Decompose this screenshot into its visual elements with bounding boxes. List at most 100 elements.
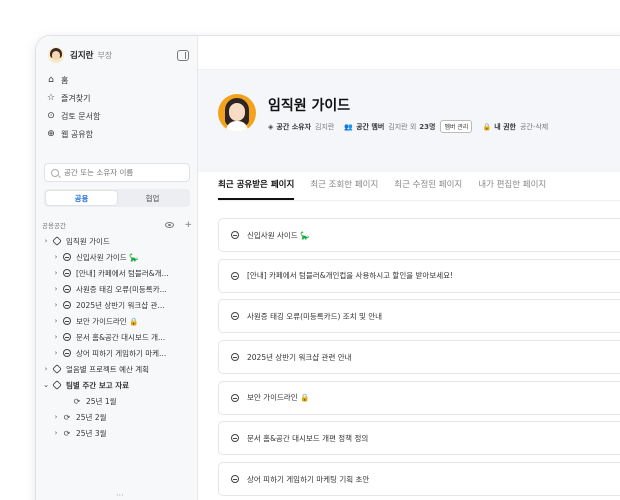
tree-item[interactable]: › 문서 홈&공간 대시보드 개... [42, 329, 196, 345]
list-item[interactable]: 신입사원 사이드 🦕 [218, 218, 620, 252]
chevron-right-icon[interactable]: › [52, 333, 60, 341]
list-item-title: 2025년 상반기 워크샵 관련 안내 [247, 352, 352, 362]
tree-item[interactable]: ⌄ 팀별 주간 보고 자료 [42, 377, 196, 393]
nav-item-review[interactable]: ⊙ 검토 문서함 [46, 107, 191, 125]
tree-item[interactable]: › 임직원 가이드 [42, 233, 196, 249]
chevron-right-icon[interactable]: › [42, 237, 50, 245]
tree-item[interactable]: › [안내] 카페에서 텀블러&개... [42, 265, 196, 281]
page-icon [231, 271, 239, 280]
tree-item-label: 상어 피하기 게임하기 마케... [76, 348, 167, 358]
tree-item-label: 팀별 주간 보고 자료 [66, 380, 130, 390]
tree-item[interactable]: › ⟳ 25년 3월 [42, 425, 196, 441]
tree-item[interactable]: › 얼음별 프로젝트 예산 계획 [42, 361, 196, 377]
page-icon [63, 269, 71, 277]
permission-label: 내 권한 [494, 122, 516, 131]
space-meta: ◈ 공간 소유자 김지란 👥 공간 멤버 김지란 외 23명 멤버 관리 🔒 내… [268, 120, 548, 133]
members-icon: 👥 [344, 122, 354, 131]
page-icon [63, 253, 71, 261]
tab-recent-modified[interactable]: 최근 수정된 페이지 [394, 178, 462, 200]
nav-item-label: 웹 공유함 [61, 129, 93, 139]
list-item[interactable]: 사원증 태깅 오류(미등록카드) 조치 및 안내 [218, 299, 620, 334]
sidebar: 김지란 부장 ⌂ 홈 ☆ 즐겨찾기 ⊙ 검토 문서함 ⊕ 웹 공유함 공간 또는… [36, 36, 198, 500]
page-icon [231, 475, 239, 484]
page-icon [231, 434, 239, 443]
list-item[interactable]: 상어 피하기 게임하기 마케팅 기획 초안 [218, 462, 620, 497]
list-item[interactable]: [안내] 카페에서 텀블러&개인컵을 사용하시고 할인을 받아보세요! [218, 258, 620, 293]
eye-icon[interactable] [165, 222, 175, 228]
list-item[interactable]: 2025년 상반기 워크샵 관련 안내 [218, 340, 620, 375]
tree-item-label: 사원증 태깅 오류(미등록카... [76, 284, 167, 294]
tree-item-label: 얼음별 프로젝트 예산 계획 [66, 364, 150, 374]
page-icon [63, 285, 71, 293]
list-item[interactable]: 보안 가이드라인 🔒 [218, 380, 620, 415]
owner-name: 김지란 [315, 122, 335, 131]
main-content: 임직원 가이드 ◈ 공간 소유자 김지란 👥 공간 멤버 김지란 외 23명 멤… [198, 36, 620, 500]
sync-icon: ⟳ [73, 396, 81, 406]
nav-item-label: 즐겨찾기 [61, 93, 91, 103]
list-item-title: 상어 피하기 게임하기 마케팅 기획 초안 [247, 474, 370, 484]
more-icon: ··· [116, 491, 124, 500]
chevron-right-icon[interactable]: › [52, 285, 60, 293]
tree-item[interactable]: › ⟳ 25년 2월 [42, 409, 196, 425]
chevron-right-icon[interactable]: › [52, 349, 60, 357]
tab-collab[interactable]: 협업 [117, 191, 188, 205]
space-avatar [218, 94, 256, 132]
space-type-toggle: 공용 협업 [44, 189, 190, 207]
space-icon [52, 236, 62, 246]
chevron-right-icon[interactable]: › [52, 269, 60, 277]
chevron-right-icon[interactable]: › [52, 317, 60, 325]
tree-item-label: 25년 3월 [76, 428, 107, 438]
search-input[interactable] [64, 168, 174, 177]
permission-value: 공간-삭제 [519, 122, 549, 131]
chevron-right-icon[interactable]: › [52, 301, 60, 309]
owner-label: 공간 소유자 [276, 122, 312, 131]
page-icon [63, 349, 71, 357]
page-icon [63, 317, 71, 325]
chevron-right-icon[interactable]: › [52, 413, 60, 421]
list-item-title: 신입사원 사이드 🦕 [247, 230, 310, 240]
tab-my-edits[interactable]: 내가 편집한 페이지 [478, 178, 546, 200]
tree-item[interactable]: › 보안 가이드라인 🔒 [42, 313, 196, 329]
sidebar-collapse-icon[interactable] [177, 49, 189, 61]
page-icon [231, 231, 239, 239]
user-name: 김지란 [70, 51, 94, 61]
nav-item-web-share[interactable]: ⊕ 웹 공유함 [46, 125, 191, 143]
nav-item-favorites[interactable]: ☆ 즐겨찾기 [46, 89, 191, 107]
chevron-right-icon[interactable]: › [52, 253, 60, 261]
page-icon [231, 312, 239, 321]
list-item-title: [안내] 카페에서 텀블러&개인컵을 사용하시고 할인을 받아보세요! [247, 271, 454, 281]
user-title: 부장 [97, 50, 113, 60]
chevron-right-icon[interactable]: › [42, 365, 50, 373]
manage-members-button[interactable]: 멤버 관리 [440, 120, 473, 133]
tree-item-label: 25년 1월 [86, 396, 117, 406]
nav-item-home[interactable]: ⌂ 홈 [46, 71, 191, 89]
page-title: 임직원 가이드 [268, 98, 351, 114]
tab-recent-shared[interactable]: 최근 공유받은 페이지 [218, 178, 295, 200]
tree-item[interactable]: ⟳ 25년 1월 [42, 393, 196, 409]
web-share-icon: ⊕ [47, 129, 55, 139]
space-icon [52, 364, 62, 374]
space-header: 임직원 가이드 ◈ 공간 소유자 김지란 👥 공간 멤버 김지란 외 23명 멤… [198, 70, 620, 172]
tree-item[interactable]: › 신입사원 가이드 🦕 [42, 249, 196, 265]
tree-item-label: 신입사원 가이드 🦕 [76, 252, 139, 262]
tree-item[interactable]: › 상어 피하기 게임하기 마케... [42, 345, 196, 361]
tree-item[interactable]: › 2025년 상반기 워크샵 관... [42, 297, 196, 313]
star-icon: ☆ [46, 93, 56, 103]
add-icon[interactable]: + [184, 220, 192, 230]
member-text: 김지란 외 [388, 122, 417, 131]
space-search[interactable] [44, 163, 190, 182]
chevron-down-icon[interactable]: ⌄ [42, 381, 50, 389]
tree-item-label: 2025년 상반기 워크샵 관... [76, 300, 165, 310]
tree-item-label: 문서 홈&공간 대시보드 개... [76, 332, 166, 342]
list-item-title: 보안 가이드라인 🔒 [247, 393, 310, 403]
page-icon [231, 353, 239, 362]
space-icon [52, 380, 62, 390]
tree-item-label: 임직원 가이드 [66, 236, 110, 246]
list-item[interactable]: 문서 홈&공간 대시보드 개편 정책 정의 [218, 421, 620, 456]
user-profile[interactable]: 김지란 부장 [48, 46, 189, 64]
tree-item[interactable]: › 사원증 태깅 오류(미등록카... [42, 281, 196, 297]
tab-public[interactable]: 공용 [46, 191, 117, 205]
chevron-right-icon[interactable]: › [52, 429, 60, 437]
tab-recent-viewed[interactable]: 최근 조회한 페이지 [310, 178, 378, 200]
list-item-title: 사원증 태깅 오류(미등록카드) 조치 및 안내 [247, 311, 383, 321]
